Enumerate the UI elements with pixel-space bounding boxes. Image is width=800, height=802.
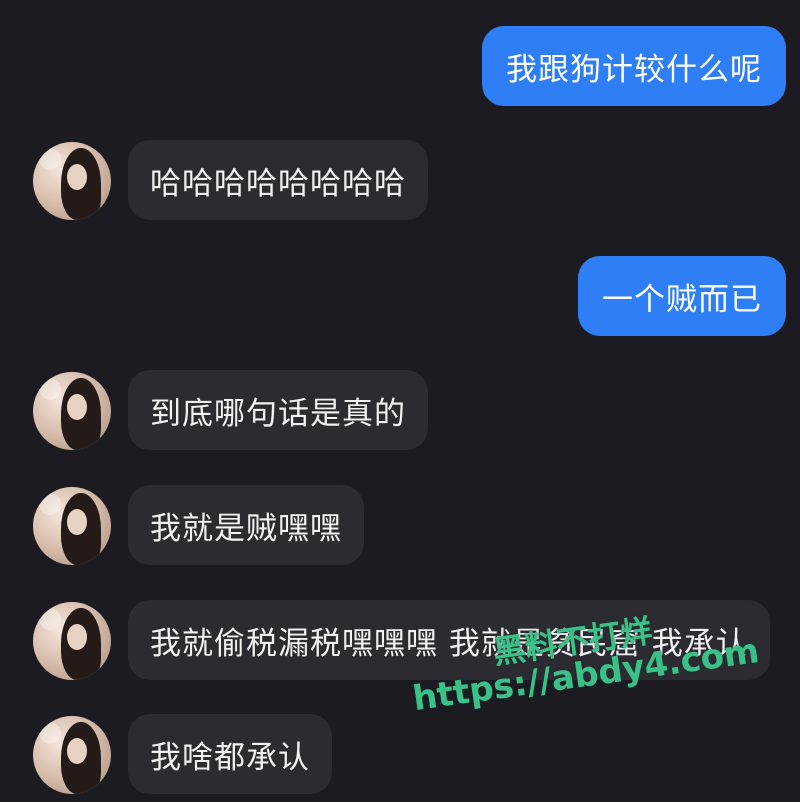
contact-avatar[interactable]	[33, 716, 111, 794]
message-text: 我就是贼嘿嘿	[150, 510, 342, 547]
message-text: 我就偷税漏税嘿嘿嘿 我就是贫民窟 我承认	[150, 625, 748, 662]
message-text: 哈哈哈哈哈哈哈哈	[150, 165, 406, 202]
incoming-message-bubble[interactable]: 我啥都承认	[128, 714, 332, 794]
outgoing-message-bubble[interactable]: 我跟狗计较什么呢	[482, 26, 786, 106]
outgoing-message-bubble[interactable]: 一个贼而已	[578, 256, 786, 336]
contact-avatar[interactable]	[33, 602, 111, 680]
message-text: 我跟狗计较什么呢	[506, 51, 762, 88]
incoming-message-bubble[interactable]: 到底哪句话是真的	[128, 370, 428, 450]
message-text: 到底哪句话是真的	[150, 395, 406, 432]
incoming-message-bubble[interactable]: 哈哈哈哈哈哈哈哈	[128, 140, 428, 220]
chat-conversation: 我跟狗计较什么呢 哈哈哈哈哈哈哈哈 一个贼而已 到底哪句话是真的 我就是贼嘿嘿	[0, 0, 800, 802]
contact-avatar[interactable]	[33, 487, 111, 565]
contact-avatar[interactable]	[33, 372, 111, 450]
incoming-message-bubble[interactable]: 我就是贼嘿嘿	[128, 485, 364, 565]
incoming-message-bubble[interactable]: 我就偷税漏税嘿嘿嘿 我就是贫民窟 我承认	[128, 600, 770, 680]
contact-avatar[interactable]	[33, 142, 111, 220]
message-text: 一个贼而已	[602, 281, 762, 318]
message-text: 我啥都承认	[150, 739, 310, 776]
